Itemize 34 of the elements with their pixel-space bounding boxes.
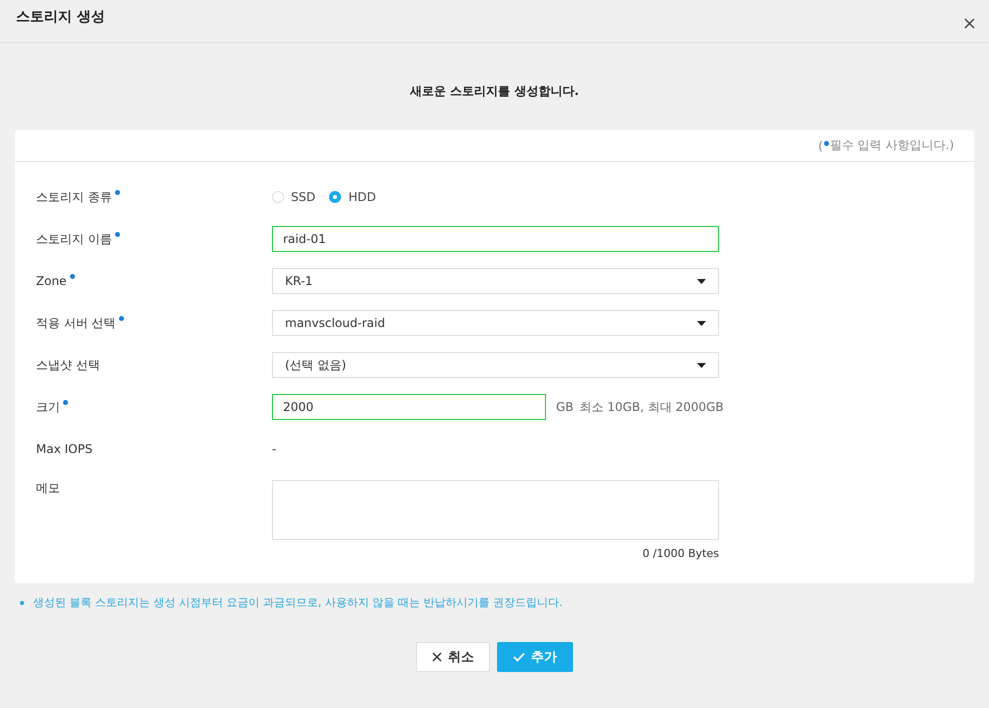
- close-icon[interactable]: [964, 18, 975, 28]
- field-label: 스냅샷 선택: [36, 356, 100, 374]
- field-label: 메모: [36, 480, 60, 497]
- field-label: 적용 서버 선택: [36, 314, 116, 332]
- size-hint: 최소 10GB, 최대 2000GB: [580, 398, 724, 416]
- radio-option[interactable]: HDD: [329, 190, 376, 204]
- byte-counter: 0 /1000 Bytes: [642, 547, 719, 560]
- subtitle: 새로운 스토리지를 생성합니다.: [410, 83, 579, 100]
- memo-field[interactable]: [272, 480, 719, 540]
- field-label: Zone: [36, 274, 67, 288]
- caret-icon: [697, 320, 706, 326]
- field-label: 스토리지 이름: [36, 230, 112, 248]
- radio-option[interactable]: SSD: [272, 190, 316, 204]
- field-label: 크기: [36, 398, 60, 416]
- field-label: Max IOPS: [36, 442, 92, 456]
- cancel-button[interactable]: 취소: [416, 642, 490, 672]
- dropdown[interactable]: (선택 없음): [272, 352, 719, 378]
- notice-text: 생성된 블록 스토리지는 생성 시점부터 요금이 과금되므로, 사용하지 않을 때는 반납하시기를 권장드립니다.: [33, 595, 562, 610]
- note-text: (: [818, 138, 823, 152]
- close-icon: [432, 652, 442, 662]
- check-icon: [513, 652, 525, 662]
- bullet-icon: [20, 600, 24, 604]
- window-title: 스토리지 생성: [16, 8, 105, 26]
- dropdown[interactable]: KR-1: [272, 268, 719, 294]
- unit-label: GB: [556, 400, 574, 414]
- dropdown[interactable]: manvscloud-raid: [272, 310, 719, 336]
- caret-icon: [697, 278, 706, 284]
- value-text: -: [272, 442, 276, 456]
- caret-icon: [697, 362, 706, 368]
- input-field[interactable]: 2000: [272, 394, 546, 420]
- field-label: 스토리지 종류: [36, 188, 112, 206]
- required-dot-icon: [824, 141, 829, 146]
- input-field[interactable]: raid-01: [272, 226, 719, 252]
- required-note: 필수 입력 사항입니다.): [830, 137, 954, 154]
